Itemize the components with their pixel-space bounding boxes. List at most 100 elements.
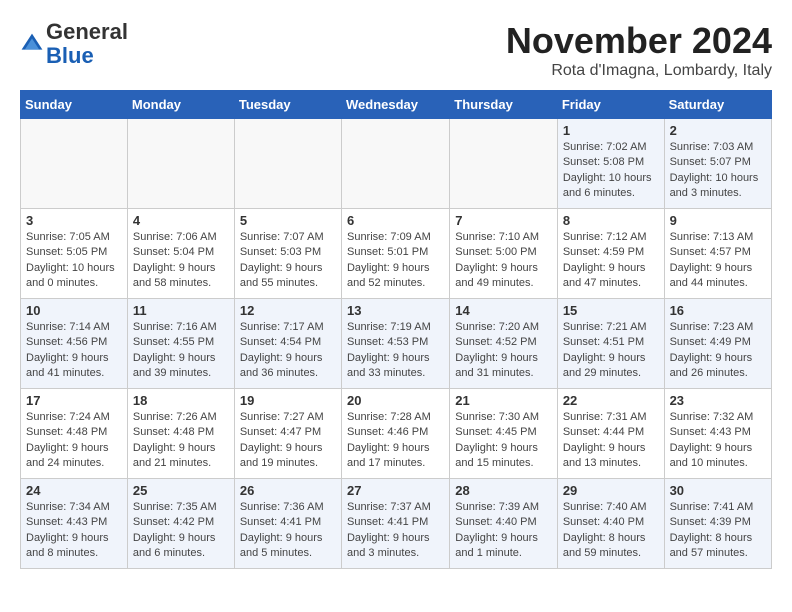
day-number: 11 — [133, 303, 229, 318]
calendar-cell-5-1: 24 Sunrise: 7:34 AM Sunset: 4:43 PM Dayli… — [21, 479, 128, 569]
day-info: Sunrise: 7:19 AM Sunset: 4:53 PM Dayligh… — [347, 320, 444, 382]
weekday-header-wednesday: Wednesday — [341, 91, 449, 119]
day-info: Sunrise: 7:35 AM Sunset: 4:42 PM Dayligh… — [133, 500, 229, 562]
day-info: Sunrise: 7:32 AM Sunset: 4:43 PM Dayligh… — [670, 410, 766, 472]
calendar-cell-3-4: 13 Sunrise: 7:19 AM Sunset: 4:53 PM Dayli… — [341, 299, 449, 389]
day-number: 19 — [240, 393, 336, 408]
logo-icon — [20, 32, 44, 56]
calendar-cell-4-2: 18 Sunrise: 7:26 AM Sunset: 4:48 PM Dayli… — [127, 389, 234, 479]
calendar-cell-4-1: 17Sunrise: 7:24 AM Sunset: 4:48 PM Dayli… — [21, 389, 128, 479]
day-number: 29 — [563, 483, 659, 498]
day-number: 5 — [240, 213, 336, 228]
logo-blue: Blue — [46, 43, 94, 68]
day-number: 21 — [455, 393, 552, 408]
day-number: 24 — [26, 483, 122, 498]
day-info: Sunrise: 7:40 AM Sunset: 4:40 PM Dayligh… — [563, 500, 659, 562]
calendar-cell-3-5: 14 Sunrise: 7:20 AM Sunset: 4:52 PM Dayli… — [450, 299, 558, 389]
day-number: 12 — [240, 303, 336, 318]
calendar-cell-1-2 — [127, 119, 234, 209]
calendar-week-3: 10 Sunrise: 7:14 AM Sunset: 4:56 PM Dayli… — [21, 299, 772, 389]
calendar-cell-1-1 — [21, 119, 128, 209]
calendar-cell-3-3: 12 Sunrise: 7:17 AM Sunset: 4:54 PM Dayli… — [234, 299, 341, 389]
day-number: 16 — [670, 303, 766, 318]
calendar-cell-1-7: 2Sunrise: 7:03 AM Sunset: 5:07 PM Daylig… — [664, 119, 771, 209]
calendar-cell-4-4: 20 Sunrise: 7:28 AM Sunset: 4:46 PM Dayli… — [341, 389, 449, 479]
calendar-table: SundayMondayTuesdayWednesdayThursdayFrid… — [20, 90, 772, 569]
day-number: 23 — [670, 393, 766, 408]
day-number: 25 — [133, 483, 229, 498]
weekday-header-monday: Monday — [127, 91, 234, 119]
day-number: 30 — [670, 483, 766, 498]
calendar-cell-3-1: 10 Sunrise: 7:14 AM Sunset: 4:56 PM Dayli… — [21, 299, 128, 389]
day-info: Sunrise: 7:34 AM Sunset: 4:43 PM Dayligh… — [26, 500, 122, 562]
day-info: Sunrise: 7:20 AM Sunset: 4:52 PM Dayligh… — [455, 320, 552, 382]
calendar-cell-1-4 — [341, 119, 449, 209]
day-info: Sunrise: 7:21 AM Sunset: 4:51 PM Dayligh… — [563, 320, 659, 382]
day-info: Sunrise: 7:37 AM Sunset: 4:41 PM Dayligh… — [347, 500, 444, 562]
day-info: Sunrise: 7:10 AM Sunset: 5:00 PM Dayligh… — [455, 230, 552, 292]
day-number: 13 — [347, 303, 444, 318]
weekday-header-friday: Friday — [557, 91, 664, 119]
day-info: Sunrise: 7:31 AM Sunset: 4:44 PM Dayligh… — [563, 410, 659, 472]
day-info: Sunrise: 7:03 AM Sunset: 5:07 PM Dayligh… — [670, 140, 766, 202]
calendar-cell-5-7: 30 Sunrise: 7:41 AM Sunset: 4:39 PM Dayli… — [664, 479, 771, 569]
calendar-cell-4-6: 22Sunrise: 7:31 AM Sunset: 4:44 PM Dayli… — [557, 389, 664, 479]
day-info: Sunrise: 7:07 AM Sunset: 5:03 PM Dayligh… — [240, 230, 336, 292]
day-info: Sunrise: 7:41 AM Sunset: 4:39 PM Dayligh… — [670, 500, 766, 562]
calendar-cell-2-4: 6Sunrise: 7:09 AM Sunset: 5:01 PM Daylig… — [341, 209, 449, 299]
calendar-cell-2-2: 4 Sunrise: 7:06 AM Sunset: 5:04 PM Daylig… — [127, 209, 234, 299]
calendar-cell-5-4: 27 Sunrise: 7:37 AM Sunset: 4:41 PM Dayli… — [341, 479, 449, 569]
calendar-week-1: 1Sunrise: 7:02 AM Sunset: 5:08 PM Daylig… — [21, 119, 772, 209]
day-number: 26 — [240, 483, 336, 498]
day-info: Sunrise: 7:16 AM Sunset: 4:55 PM Dayligh… — [133, 320, 229, 382]
day-info: Sunrise: 7:36 AM Sunset: 4:41 PM Dayligh… — [240, 500, 336, 562]
day-info: Sunrise: 7:30 AM Sunset: 4:45 PM Dayligh… — [455, 410, 552, 472]
location: Rota d'Imagna, Lombardy, Italy — [506, 62, 772, 80]
calendar-cell-4-7: 23 Sunrise: 7:32 AM Sunset: 4:43 PM Dayli… — [664, 389, 771, 479]
day-number: 14 — [455, 303, 552, 318]
weekday-header-sunday: Sunday — [21, 91, 128, 119]
day-number: 6 — [347, 213, 444, 228]
logo-text: General Blue — [46, 20, 128, 68]
calendar-cell-5-3: 26 Sunrise: 7:36 AM Sunset: 4:41 PM Dayli… — [234, 479, 341, 569]
calendar-cell-2-1: 3 Sunrise: 7:05 AM Sunset: 5:05 PM Daylig… — [21, 209, 128, 299]
calendar-cell-2-3: 5 Sunrise: 7:07 AM Sunset: 5:03 PM Daylig… — [234, 209, 341, 299]
logo-general: General — [46, 19, 128, 44]
weekday-header-tuesday: Tuesday — [234, 91, 341, 119]
calendar-week-5: 24 Sunrise: 7:34 AM Sunset: 4:43 PM Dayli… — [21, 479, 772, 569]
day-info: Sunrise: 7:28 AM Sunset: 4:46 PM Dayligh… — [347, 410, 444, 472]
day-info: Sunrise: 7:06 AM Sunset: 5:04 PM Dayligh… — [133, 230, 229, 292]
day-number: 20 — [347, 393, 444, 408]
day-number: 17 — [26, 393, 122, 408]
day-info: Sunrise: 7:26 AM Sunset: 4:48 PM Dayligh… — [133, 410, 229, 472]
day-info: Sunrise: 7:14 AM Sunset: 4:56 PM Dayligh… — [26, 320, 122, 382]
day-info: Sunrise: 7:05 AM Sunset: 5:05 PM Dayligh… — [26, 230, 122, 292]
day-number: 15 — [563, 303, 659, 318]
calendar-cell-5-2: 25 Sunrise: 7:35 AM Sunset: 4:42 PM Dayli… — [127, 479, 234, 569]
title-block: November 2024 Rota d'Imagna, Lombardy, I… — [506, 20, 772, 80]
day-info: Sunrise: 7:23 AM Sunset: 4:49 PM Dayligh… — [670, 320, 766, 382]
day-number: 9 — [670, 213, 766, 228]
day-info: Sunrise: 7:17 AM Sunset: 4:54 PM Dayligh… — [240, 320, 336, 382]
day-number: 3 — [26, 213, 122, 228]
day-number: 28 — [455, 483, 552, 498]
day-number: 18 — [133, 393, 229, 408]
calendar-cell-1-3 — [234, 119, 341, 209]
day-number: 8 — [563, 213, 659, 228]
day-info: Sunrise: 7:02 AM Sunset: 5:08 PM Dayligh… — [563, 140, 659, 202]
page-header: General Blue November 2024 Rota d'Imagna… — [20, 20, 772, 80]
day-number: 27 — [347, 483, 444, 498]
calendar-cell-2-5: 7Sunrise: 7:10 AM Sunset: 5:00 PM Daylig… — [450, 209, 558, 299]
day-info: Sunrise: 7:27 AM Sunset: 4:47 PM Dayligh… — [240, 410, 336, 472]
calendar-cell-2-6: 8Sunrise: 7:12 AM Sunset: 4:59 PM Daylig… — [557, 209, 664, 299]
weekday-header-saturday: Saturday — [664, 91, 771, 119]
calendar-cell-5-5: 28Sunrise: 7:39 AM Sunset: 4:40 PM Dayli… — [450, 479, 558, 569]
day-number: 4 — [133, 213, 229, 228]
calendar-cell-3-6: 15 Sunrise: 7:21 AM Sunset: 4:51 PM Dayli… — [557, 299, 664, 389]
calendar-cell-5-6: 29 Sunrise: 7:40 AM Sunset: 4:40 PM Dayli… — [557, 479, 664, 569]
calendar-cell-4-5: 21 Sunrise: 7:30 AM Sunset: 4:45 PM Dayli… — [450, 389, 558, 479]
day-number: 10 — [26, 303, 122, 318]
calendar-week-2: 3 Sunrise: 7:05 AM Sunset: 5:05 PM Daylig… — [21, 209, 772, 299]
calendar-cell-1-5 — [450, 119, 558, 209]
logo: General Blue — [20, 20, 128, 68]
